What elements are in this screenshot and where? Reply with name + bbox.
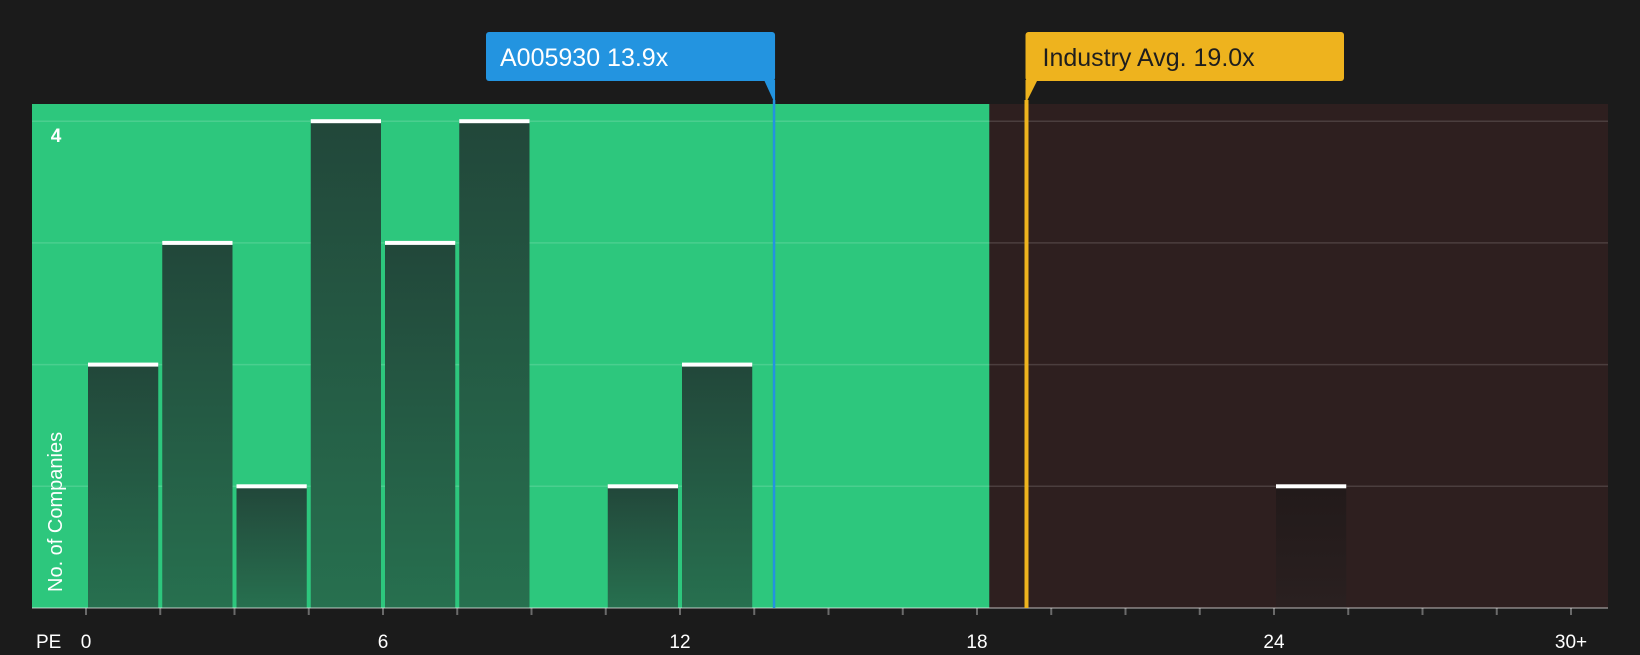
x-tick-label: 18 [966, 632, 987, 650]
histogram-bar-cap [682, 362, 753, 367]
histogram-bar-cap [607, 484, 678, 489]
histogram-bar [607, 486, 678, 608]
histogram-bar-cap [1276, 484, 1347, 489]
x-tick-label: 6 [378, 632, 389, 650]
histogram-bar [236, 486, 307, 608]
histogram-bar-cap [459, 119, 530, 124]
histogram-bar-cap [310, 119, 381, 124]
histogram-bar-cap [162, 240, 233, 245]
histogram-bar [162, 242, 233, 608]
histogram-bar [682, 364, 753, 608]
y-tick-label: 4 [51, 126, 62, 147]
histogram-bar-cap [385, 240, 456, 245]
histogram-bar [1276, 486, 1347, 608]
histogram-bar-cap [88, 362, 159, 367]
x-tick-label: 12 [669, 632, 690, 650]
histogram-bar [88, 364, 159, 608]
industry-avg-label: Industry Avg. 19.0x [1043, 44, 1256, 72]
pe-distribution-chart: 0 6 12 18 24 30+ PE 4 No. of Companies A005930 1… [0, 0, 1640, 653]
company-pe-label: A005930 13.9x [500, 44, 669, 72]
chart-svg: 0 6 12 18 24 30+ PE 4 No. of Companies A005930 1… [32, 32, 1608, 653]
y-axis-label: No. of Companies [45, 432, 67, 592]
x-tick-label: 24 [1263, 632, 1285, 650]
histogram-bar-cap [236, 484, 307, 489]
histogram-bar [459, 121, 530, 608]
x-tick-label: 30+ [1555, 632, 1587, 650]
x-axis-prefix-label: PE [36, 632, 61, 650]
histogram-bar [385, 242, 456, 608]
histogram-bar [310, 121, 381, 608]
x-tick-label: 0 [81, 632, 92, 650]
